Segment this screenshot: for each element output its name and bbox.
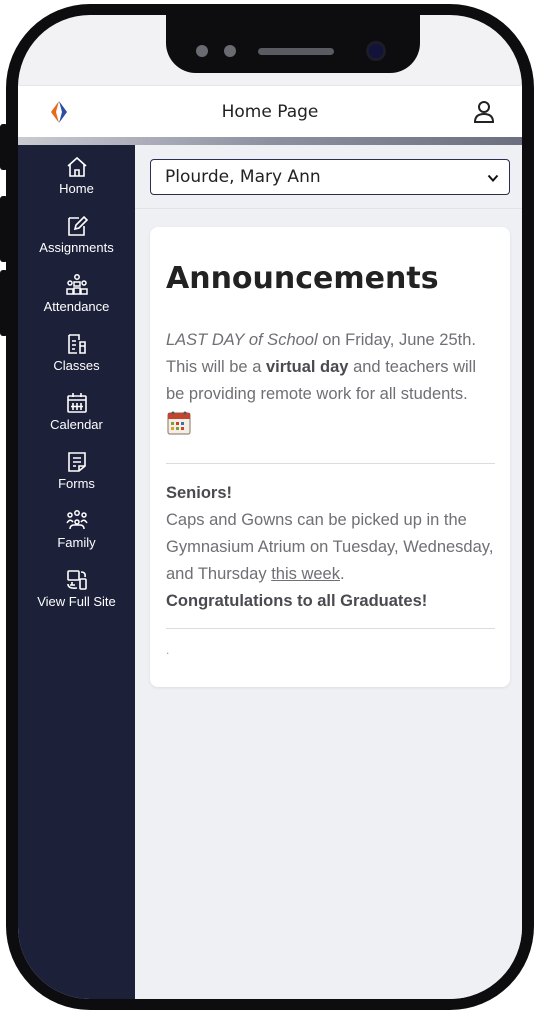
- announcement-underline: this week: [271, 565, 340, 583]
- app-screen: Home Page Home Assignments Attendance Cl…: [18, 15, 522, 999]
- front-camera: [366, 41, 386, 61]
- nav-label: View Full Site: [37, 594, 116, 609]
- view-full-site-icon: [66, 570, 87, 590]
- home-icon: [66, 156, 87, 177]
- nav-label: Attendance: [43, 299, 110, 314]
- nav-item-classes[interactable]: Classes: [18, 328, 135, 384]
- phone-notch: [166, 15, 420, 73]
- announcement-bold-closing: Congratulations to all Graduates!: [166, 592, 428, 610]
- announcements-card: Announcements LAST DAY of School on Frid…: [150, 227, 510, 687]
- top-app-bar: Home Page: [18, 85, 522, 137]
- calendar-icon: [66, 393, 87, 413]
- announcement-divider: [166, 463, 495, 464]
- nav-label: Assignments: [39, 240, 114, 255]
- main-content: Plourde, Mary Ann Announcements LAST DAY…: [135, 145, 522, 999]
- calendar-emoji-icon: [167, 411, 191, 435]
- announcement-italic-lead: LAST DAY of School: [166, 331, 318, 349]
- student-select-bar: Plourde, Mary Ann: [135, 145, 522, 209]
- student-select[interactable]: Plourde, Mary Ann: [150, 159, 510, 195]
- classes-icon: [67, 334, 86, 354]
- nav-label: Forms: [58, 476, 95, 491]
- phone-screen: Home Page Home Assignments Attendance Cl…: [18, 15, 522, 999]
- earpiece-speaker: [258, 48, 334, 55]
- announcement-item: Seniors! Caps and Gowns can be picked up…: [166, 480, 496, 615]
- announcement-bold: virtual day: [265, 358, 349, 376]
- header-divider: [18, 137, 522, 145]
- sidebar-nav: Home Assignments Attendance Classes Cale…: [18, 145, 135, 999]
- nav-item-calendar[interactable]: Calendar: [18, 387, 135, 443]
- student-select-value: Plourde, Mary Ann: [165, 167, 321, 187]
- page-title: Home Page: [221, 102, 319, 122]
- chevron-down-icon: [487, 174, 499, 182]
- announcements-heading: Announcements: [166, 261, 439, 296]
- sensor-dot: [196, 45, 208, 57]
- nav-item-assignments[interactable]: Assignments: [18, 210, 135, 266]
- nav-label: Family: [57, 535, 96, 550]
- nav-item-forms[interactable]: Forms: [18, 446, 135, 502]
- nav-item-home[interactable]: Home: [18, 151, 135, 207]
- announcement-item: .: [166, 643, 170, 657]
- nav-label: Home: [59, 181, 94, 196]
- family-icon: [65, 510, 88, 530]
- announcement-title: Seniors!: [166, 484, 233, 502]
- assignments-icon: [67, 215, 88, 236]
- attendance-icon: [65, 274, 88, 295]
- nav-item-family[interactable]: Family: [18, 505, 135, 561]
- nav-item-attendance[interactable]: Attendance: [18, 269, 135, 325]
- announcement-divider: [166, 628, 495, 629]
- phone-frame: Home Page Home Assignments Attendance Cl…: [6, 4, 534, 1010]
- nav-label: Classes: [53, 358, 100, 373]
- announcement-text: .: [339, 565, 345, 583]
- nav-label: Calendar: [50, 417, 103, 432]
- forms-icon: [67, 452, 86, 472]
- sensor-dot: [224, 45, 236, 57]
- announcement-item: LAST DAY of School on Friday, June 25th.…: [166, 327, 496, 436]
- nav-item-view-full-site[interactable]: View Full Site: [18, 564, 135, 620]
- user-account-icon[interactable]: [472, 99, 496, 125]
